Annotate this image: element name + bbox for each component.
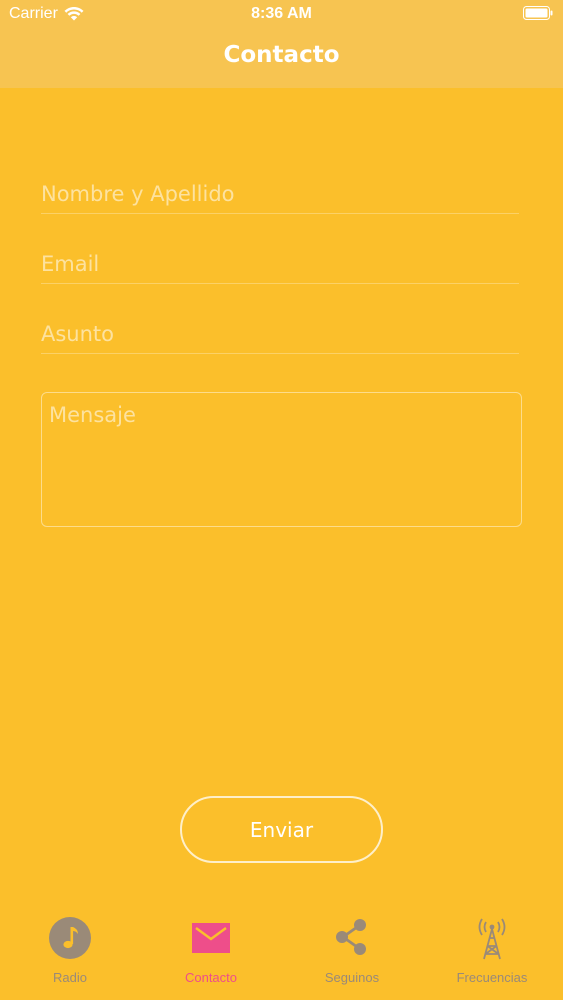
email-input[interactable]	[41, 244, 519, 283]
tab-seguinos-label: Seguinos	[324, 970, 380, 985]
envelope-icon	[192, 923, 230, 953]
music-note-icon	[49, 917, 91, 959]
page-title: Contacto	[223, 42, 340, 68]
status-time: 8:36 AM	[251, 5, 312, 22]
message-field-container	[41, 392, 522, 527]
name-input[interactable]	[41, 174, 519, 213]
tab-seguinos[interactable]: Seguinos	[282, 902, 422, 1000]
radio-tower-icon	[478, 918, 506, 960]
status-bar: Carrier 8:36 AM	[0, 0, 563, 30]
header: Carrier 8:36 AM Contacto	[0, 0, 563, 88]
battery-icon	[523, 6, 553, 20]
tab-radio[interactable]: Radio	[0, 902, 140, 1000]
tab-frecuencias[interactable]: Frecuencias	[422, 902, 562, 1000]
subject-input[interactable]	[41, 314, 519, 353]
tab-contacto[interactable]: Contacto	[141, 902, 281, 1000]
email-field-container	[41, 244, 519, 284]
tab-radio-label: Radio	[53, 970, 87, 985]
share-icon	[336, 919, 366, 955]
message-textarea[interactable]	[42, 393, 521, 526]
name-field-container	[41, 174, 519, 214]
subject-field-container	[41, 314, 519, 354]
send-button[interactable]: Enviar	[180, 796, 383, 863]
tab-bar: Radio Contacto Seguinos Frecuencias	[0, 902, 563, 1000]
tab-frecuencias-label: Frecuencias	[456, 970, 528, 985]
contact-screen: Carrier 8:36 AM Contacto Enviar	[0, 0, 563, 1000]
tab-contacto-label: Contacto	[184, 970, 238, 985]
